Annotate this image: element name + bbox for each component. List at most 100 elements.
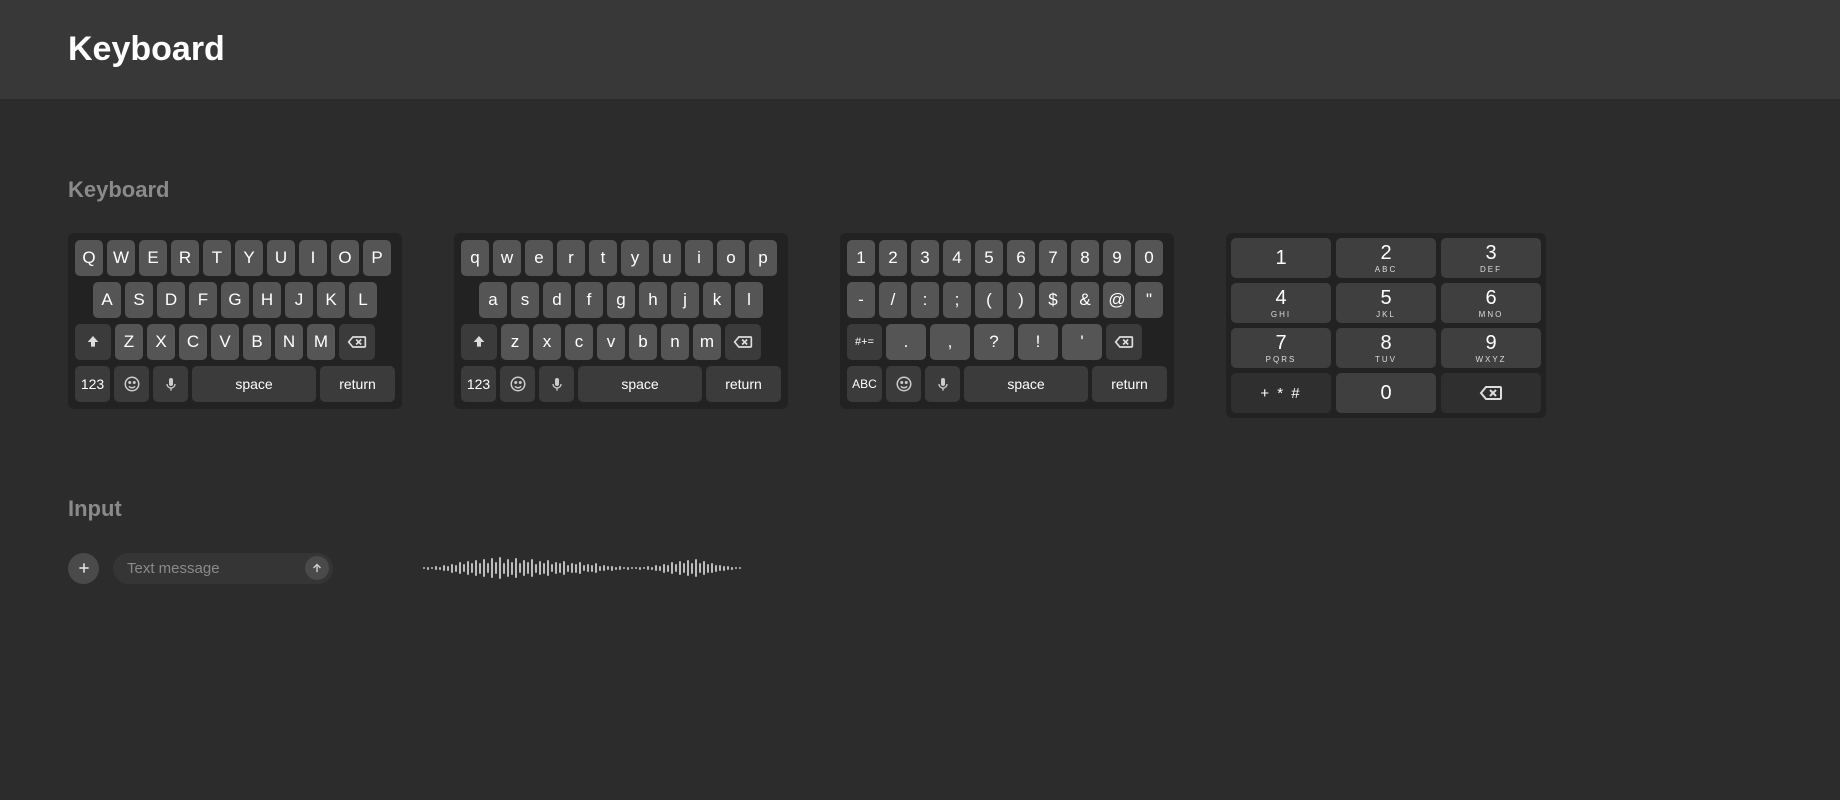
key-b[interactable]: b	[629, 324, 657, 360]
key-@[interactable]: @	[1103, 282, 1131, 318]
key-i[interactable]: i	[685, 240, 713, 276]
key-o[interactable]: o	[717, 240, 745, 276]
numpad-key-2[interactable]: 2ABC	[1336, 238, 1436, 278]
key-v[interactable]: v	[597, 324, 625, 360]
shift-key[interactable]	[461, 324, 497, 360]
key-h[interactable]: h	[639, 282, 667, 318]
key-Y[interactable]: Y	[235, 240, 263, 276]
key-0[interactable]: 0	[1135, 240, 1163, 276]
numpad-key-7[interactable]: 7PQRS	[1231, 328, 1331, 368]
numpad-key-0[interactable]: 0	[1336, 373, 1436, 413]
key-q[interactable]: q	[461, 240, 489, 276]
message-field[interactable]: Text message	[113, 553, 333, 584]
numpad-key-symbols[interactable]: + * #	[1231, 373, 1331, 413]
key-W[interactable]: W	[107, 240, 135, 276]
key-([interactable]: (	[975, 282, 1003, 318]
emoji-key[interactable]	[886, 366, 921, 402]
key-9[interactable]: 9	[1103, 240, 1131, 276]
key-u[interactable]: u	[653, 240, 681, 276]
key-w[interactable]: w	[493, 240, 521, 276]
key-G[interactable]: G	[221, 282, 249, 318]
numpad-key-6[interactable]: 6MNO	[1441, 283, 1541, 323]
return-key[interactable]: return	[1092, 366, 1167, 402]
add-button[interactable]	[68, 553, 99, 584]
key-l[interactable]: l	[735, 282, 763, 318]
key-X[interactable]: X	[147, 324, 175, 360]
key-![interactable]: !	[1018, 324, 1058, 360]
key-"[interactable]: "	[1135, 282, 1163, 318]
key-I[interactable]: I	[299, 240, 327, 276]
key-O[interactable]: O	[331, 240, 359, 276]
key-$[interactable]: $	[1039, 282, 1067, 318]
key-c[interactable]: c	[565, 324, 593, 360]
key-P[interactable]: P	[363, 240, 391, 276]
key-x[interactable]: x	[533, 324, 561, 360]
key-4[interactable]: 4	[943, 240, 971, 276]
shift-key[interactable]	[75, 324, 111, 360]
mode-key-abc[interactable]: ABC	[847, 366, 882, 402]
key-'[interactable]: '	[1062, 324, 1102, 360]
key-7[interactable]: 7	[1039, 240, 1067, 276]
key-a[interactable]: a	[479, 282, 507, 318]
numpad-key-1[interactable]: 1	[1231, 238, 1331, 278]
key-j[interactable]: j	[671, 282, 699, 318]
emoji-key[interactable]	[500, 366, 535, 402]
key-?[interactable]: ?	[974, 324, 1014, 360]
numpad-key-3[interactable]: 3DEF	[1441, 238, 1541, 278]
key-z[interactable]: z	[501, 324, 529, 360]
numpad-key-4[interactable]: 4GHI	[1231, 283, 1331, 323]
key-L[interactable]: L	[349, 282, 377, 318]
emoji-key[interactable]	[114, 366, 149, 402]
key-/[interactable]: /	[879, 282, 907, 318]
send-button[interactable]	[305, 556, 329, 580]
mic-key[interactable]	[925, 366, 960, 402]
key-.[interactable]: .	[886, 324, 926, 360]
key--[interactable]: -	[847, 282, 875, 318]
key-5[interactable]: 5	[975, 240, 1003, 276]
key-S[interactable]: S	[125, 282, 153, 318]
numpad-key-5[interactable]: 5JKL	[1336, 283, 1436, 323]
numpad-backspace-key[interactable]	[1441, 373, 1541, 413]
key-,[interactable]: ,	[930, 324, 970, 360]
space-key[interactable]: space	[192, 366, 316, 402]
backspace-key[interactable]	[1106, 324, 1142, 360]
key-D[interactable]: D	[157, 282, 185, 318]
numpad-key-9[interactable]: 9WXYZ	[1441, 328, 1541, 368]
key-1[interactable]: 1	[847, 240, 875, 276]
backspace-key[interactable]	[725, 324, 761, 360]
backspace-key[interactable]	[339, 324, 375, 360]
key-Q[interactable]: Q	[75, 240, 103, 276]
mode-key-symbols[interactable]: #+=	[847, 324, 882, 360]
return-key[interactable]: return	[320, 366, 395, 402]
key-n[interactable]: n	[661, 324, 689, 360]
key-Z[interactable]: Z	[115, 324, 143, 360]
mode-key-123[interactable]: 123	[461, 366, 496, 402]
key-E[interactable]: E	[139, 240, 167, 276]
key-R[interactable]: R	[171, 240, 199, 276]
key-3[interactable]: 3	[911, 240, 939, 276]
key-r[interactable]: r	[557, 240, 585, 276]
key-p[interactable]: p	[749, 240, 777, 276]
key-V[interactable]: V	[211, 324, 239, 360]
key-&[interactable]: &	[1071, 282, 1099, 318]
key-s[interactable]: s	[511, 282, 539, 318]
key-;[interactable]: ;	[943, 282, 971, 318]
key-y[interactable]: y	[621, 240, 649, 276]
key-2[interactable]: 2	[879, 240, 907, 276]
key-f[interactable]: f	[575, 282, 603, 318]
key-F[interactable]: F	[189, 282, 217, 318]
mic-key[interactable]	[539, 366, 574, 402]
return-key[interactable]: return	[706, 366, 781, 402]
key-J[interactable]: J	[285, 282, 313, 318]
space-key[interactable]: space	[578, 366, 702, 402]
key-k[interactable]: k	[703, 282, 731, 318]
key-H[interactable]: H	[253, 282, 281, 318]
key-K[interactable]: K	[317, 282, 345, 318]
key-e[interactable]: e	[525, 240, 553, 276]
key-:[interactable]: :	[911, 282, 939, 318]
key-M[interactable]: M	[307, 324, 335, 360]
space-key[interactable]: space	[964, 366, 1088, 402]
mic-key[interactable]	[153, 366, 188, 402]
mode-key-123[interactable]: 123	[75, 366, 110, 402]
key-8[interactable]: 8	[1071, 240, 1099, 276]
